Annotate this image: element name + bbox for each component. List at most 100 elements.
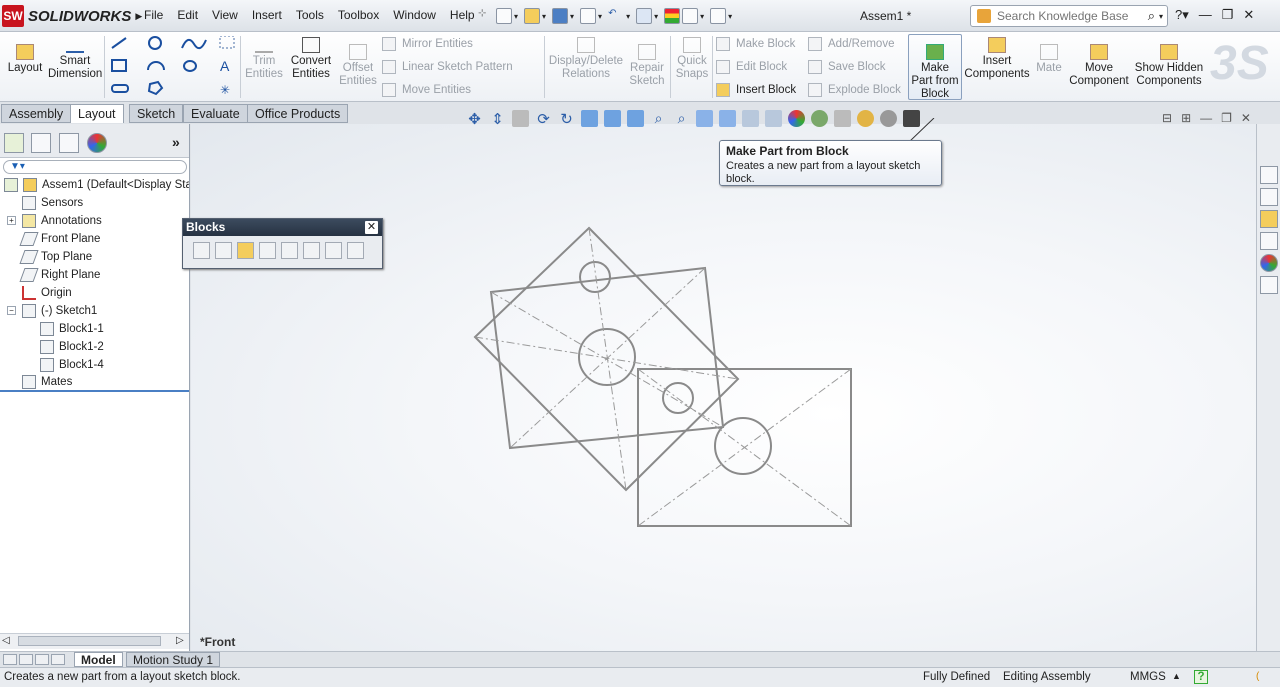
chevron-down-icon[interactable]: ▾ <box>1159 12 1163 21</box>
close-icon[interactable]: ✕ <box>365 221 378 234</box>
next-tab-icon[interactable] <box>35 654 49 665</box>
feature-manager-tab-icon[interactable] <box>4 133 24 153</box>
pan-icon[interactable]: ✥ <box>466 110 483 128</box>
menu-toolbox[interactable]: Toolbox <box>331 8 386 22</box>
restore-icon[interactable]: ❐ <box>1221 111 1232 125</box>
tab-evaluate[interactable]: Evaluate <box>183 104 248 123</box>
tree-item-block1-1[interactable]: Block1-1 <box>0 320 189 338</box>
options-icon[interactable] <box>710 8 727 24</box>
apply-scene-icon[interactable] <box>811 109 828 127</box>
standard-views-icon[interactable] <box>604 109 621 127</box>
open-folder-icon[interactable] <box>524 8 541 24</box>
new-document-icon[interactable] <box>496 8 512 24</box>
restore-icon[interactable]: ❐ <box>1222 7 1234 23</box>
search-icon[interactable]: ⌕ <box>1148 8 1155 24</box>
edit-block-button[interactable]: Edit Block <box>716 58 787 76</box>
view-settings-icon[interactable] <box>834 109 851 127</box>
search-input[interactable] <box>997 9 1137 23</box>
minimize-icon[interactable]: — <box>1199 7 1212 23</box>
tree-item-annotations[interactable]: + Annotations <box>0 212 189 230</box>
mirror-entities-button[interactable]: Mirror Entities <box>382 35 473 53</box>
view-orientation-icon[interactable] <box>627 109 644 127</box>
tab-layout[interactable]: Layout <box>70 104 124 123</box>
tab-office-products[interactable]: Office Products <box>247 104 349 123</box>
view-cube-icon[interactable] <box>581 109 598 127</box>
layout-sketch[interactable] <box>191 124 1256 651</box>
tree-item-top-plane[interactable]: Top Plane <box>0 248 189 266</box>
hide-show-items-icon[interactable] <box>765 109 782 127</box>
rebuild-block-icon[interactable] <box>281 242 298 259</box>
minimize-icon[interactable]: — <box>1200 111 1212 125</box>
tree-item-front-plane[interactable]: Front Plane <box>0 230 189 248</box>
appearances-icon[interactable] <box>1260 254 1278 272</box>
tree-item-block1-4[interactable]: Block1-4 <box>0 356 189 374</box>
design-library-icon[interactable] <box>1260 188 1278 206</box>
view-palette-icon[interactable] <box>1260 232 1278 250</box>
chevron-up-icon[interactable]: ▲ <box>1172 671 1181 681</box>
file-properties-icon[interactable] <box>682 8 699 24</box>
shadows-icon[interactable] <box>880 109 897 127</box>
make-block-icon[interactable] <box>193 242 210 259</box>
zoom-to-fit-icon[interactable]: ⇕ <box>489 110 506 128</box>
save-block-button[interactable]: Save Block <box>808 58 886 76</box>
display-style-icon[interactable] <box>742 109 759 127</box>
quick-snaps-button[interactable]: Quick Snaps <box>674 37 710 81</box>
file-explorer-icon[interactable] <box>1260 210 1278 228</box>
tree-item-right-plane[interactable]: Right Plane <box>0 266 189 284</box>
realview-icon[interactable] <box>857 109 874 127</box>
expand-panel-icon[interactable]: » <box>172 134 180 150</box>
blocks-toolbar[interactable]: Blocks ✕ <box>182 218 383 269</box>
prev-tab-icon[interactable] <box>19 654 33 665</box>
display-delete-relations-button[interactable]: Display/Delete Relations <box>548 37 624 81</box>
tab-motion-study-1[interactable]: Motion Study 1 <box>126 652 221 667</box>
explode-block-icon[interactable] <box>325 242 342 259</box>
tab-assembly[interactable]: Assembly <box>1 104 72 123</box>
unit-system[interactable]: MMGS <box>1130 671 1166 683</box>
add-remove-icon[interactable] <box>259 242 276 259</box>
menu-window[interactable]: Window <box>386 8 443 22</box>
show-hidden-components-button[interactable]: Show Hidden Components <box>1134 44 1204 88</box>
property-manager-tab-icon[interactable] <box>31 133 51 153</box>
first-tab-icon[interactable] <box>3 654 17 665</box>
edit-appearance-icon[interactable] <box>788 109 805 127</box>
appearance-manager-tab-icon[interactable] <box>87 133 107 153</box>
tree-item-mates[interactable]: Mates <box>0 374 189 392</box>
rotate-view-icon[interactable]: ↻ <box>558 110 575 128</box>
graphics-area[interactable]: *Front <box>191 124 1256 651</box>
pin-icon[interactable]: ⊹ <box>478 8 494 24</box>
menu-edit[interactable]: Edit <box>170 8 205 22</box>
select-arrow-icon[interactable] <box>636 8 653 24</box>
scroll-right-icon[interactable]: ▷ <box>176 635 184 646</box>
save-block-icon[interactable] <box>303 242 320 259</box>
collapse-icon[interactable]: − <box>7 306 16 315</box>
zoom-icon[interactable]: ⌕ <box>650 110 667 127</box>
make-part-from-block-button[interactable]: Make Part from Block <box>908 34 962 100</box>
tree-item-origin[interactable]: Origin <box>0 284 189 302</box>
mate-button[interactable]: Mate <box>1034 44 1064 75</box>
add-remove-button[interactable]: Add/Remove <box>808 35 894 53</box>
offset-entities-button[interactable]: Offset Entities <box>338 44 378 88</box>
section-view-icon[interactable] <box>696 109 713 127</box>
convert-entities-button[interactable]: Convert Entities <box>286 37 336 81</box>
trim-entities-button[interactable]: Trim Entities <box>244 37 284 81</box>
horizontal-scrollbar[interactable]: ◁ ▷ <box>0 633 189 649</box>
expand-icon[interactable]: + <box>7 216 16 225</box>
tree-item-sketch1[interactable]: − (-) Sketch1 <box>0 302 189 320</box>
tree-item-block1-2[interactable]: Block1-2 <box>0 338 189 356</box>
tree-filter[interactable]: ▼▾ <box>3 160 187 174</box>
custom-properties-icon[interactable] <box>1260 276 1278 294</box>
last-tab-icon[interactable] <box>51 654 65 665</box>
zoom-in-out-icon[interactable]: ⌕ <box>673 110 690 127</box>
help-icon[interactable]: ? <box>1194 670 1208 684</box>
save-icon[interactable] <box>552 8 569 24</box>
scroll-thumb[interactable] <box>18 636 161 646</box>
tab-model[interactable]: Model <box>74 652 123 667</box>
insert-components-button[interactable]: Insert Components <box>962 37 1032 81</box>
menu-view[interactable]: View <box>205 8 245 22</box>
menu-help[interactable]: Help <box>443 8 482 22</box>
rebuild-icon[interactable] <box>664 8 681 24</box>
tab-sketch[interactable]: Sketch <box>129 104 184 123</box>
repair-sketch-button[interactable]: Repair Sketch <box>626 44 668 88</box>
tile-icon[interactable]: ⊟ <box>1162 111 1172 125</box>
close-icon[interactable]: ✕ <box>1243 7 1254 23</box>
